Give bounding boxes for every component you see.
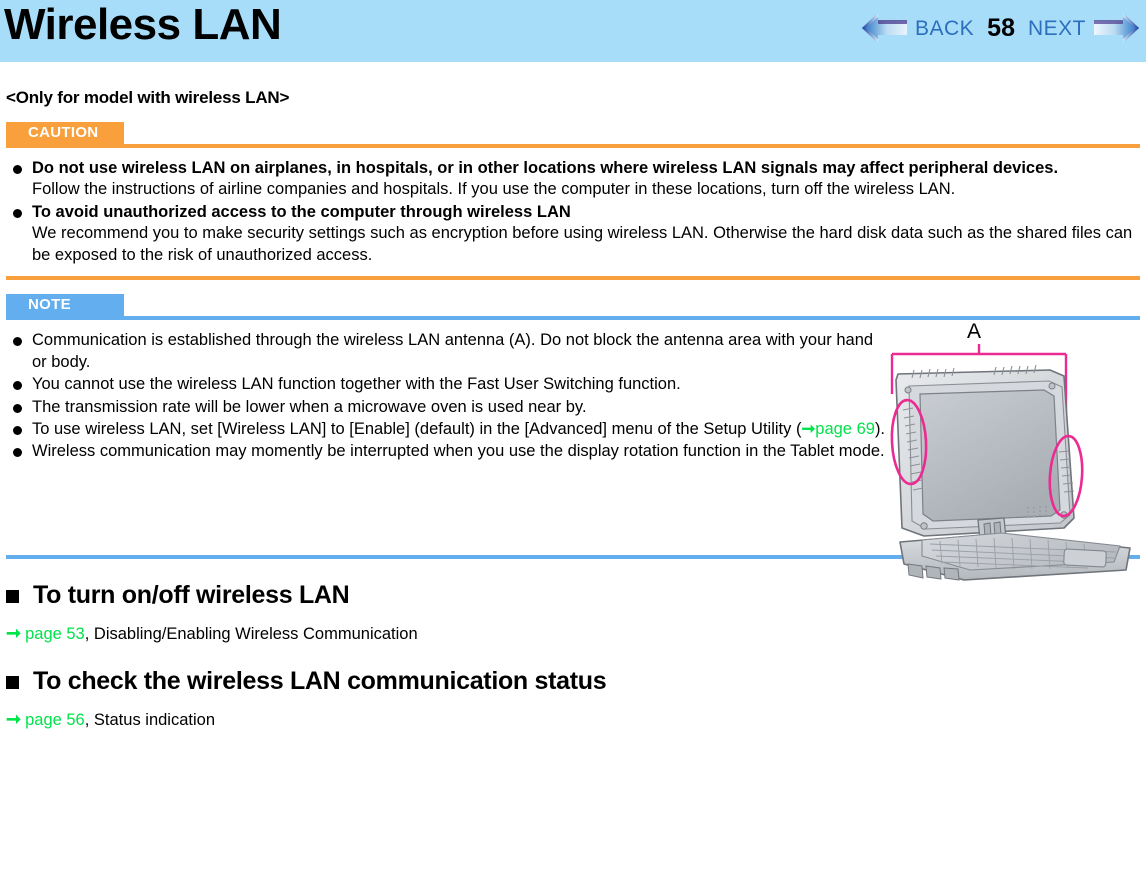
- caution-badge: CAUTION: [6, 122, 124, 144]
- caution-badge-row: CAUTION: [6, 122, 1140, 144]
- section-1-heading: To check the wireless LAN communication …: [33, 667, 607, 696]
- note-callout: NOTE Communication is established throug…: [6, 294, 1140, 581]
- caution-item-0-body: Follow the instructions of airline compa…: [32, 180, 956, 199]
- laptop-antenna-illustration: A: [878, 312, 1140, 584]
- next-arrow-icon[interactable]: [1092, 8, 1140, 48]
- caution-item-1-body: We recommend you to make security settin…: [32, 224, 1133, 264]
- caution-item-1-bold: To avoid unauthorized access to the comp…: [32, 202, 571, 221]
- note-item-2-text: The transmission rate will be lower when…: [32, 397, 587, 416]
- callout-label-a: A: [967, 320, 981, 343]
- page-navigation: BACK 58 NEXT: [861, 6, 1140, 50]
- note-item-3-text: To use wireless LAN, set [Wireless LAN] …: [32, 419, 802, 438]
- caution-rule-top: [6, 144, 1140, 148]
- list-item: Communication is established through the…: [6, 330, 886, 373]
- section-0-link-row: ➞ page 53, Disabling/Enabling Wireless Co…: [6, 622, 1140, 645]
- page-56-link[interactable]: page 56: [25, 711, 85, 729]
- page-header: Wireless LAN BACK 58 NEXT: [0, 0, 1146, 62]
- list-item: The transmission rate will be lower when…: [6, 397, 886, 418]
- square-bullet-icon: [6, 589, 19, 603]
- section-1-link-row: ➞ page 56, Status indication: [6, 708, 1140, 731]
- section-0-heading: To turn on/off wireless LAN: [33, 580, 350, 609]
- note-item-4-text: Wireless communication may momently be i…: [32, 442, 885, 461]
- list-item: To avoid unauthorized access to the comp…: [6, 202, 1140, 266]
- caution-item-0-bold: Do not use wireless LAN on airplanes, in…: [32, 159, 1059, 177]
- caution-list: Do not use wireless LAN on airplanes, in…: [6, 158, 1140, 266]
- back-arrow-icon[interactable]: [861, 8, 909, 48]
- section-heading: To turn on/off wireless LAN: [6, 581, 1140, 610]
- next-label[interactable]: NEXT: [1022, 18, 1092, 39]
- caution-callout: CAUTION Do not use wireless LAN on airpl…: [6, 122, 1140, 281]
- right-arrow-green-icon: ➞: [6, 709, 22, 730]
- page-53-link[interactable]: page 53: [25, 625, 85, 643]
- note-badge: NOTE: [6, 294, 124, 317]
- page-69-link[interactable]: page 69: [815, 420, 875, 438]
- section-0-link-suffix: , Disabling/Enabling Wireless Communicat…: [84, 624, 418, 643]
- square-bullet-icon: [6, 676, 19, 690]
- section-turn-on-off: To turn on/off wireless LAN ➞ page 53, Di…: [6, 581, 1140, 645]
- right-arrow-green-icon: ➞: [6, 622, 22, 643]
- right-arrow-green-icon: ➞: [801, 419, 816, 438]
- note-item-0-text: Communication is established through the…: [32, 331, 874, 371]
- caution-rule-bottom: [6, 276, 1140, 281]
- list-item: To use wireless LAN, set [Wireless LAN] …: [6, 419, 886, 440]
- note-list: Communication is established through the…: [6, 330, 886, 463]
- section-check-status: To check the wireless LAN communication …: [6, 667, 1140, 731]
- section-heading: To check the wireless LAN communication …: [6, 667, 1140, 696]
- list-item: Do not use wireless LAN on airplanes, in…: [6, 158, 1140, 201]
- note-body: Communication is established through the…: [6, 320, 1140, 581]
- section-1-link-suffix: , Status indication: [84, 711, 215, 730]
- list-item: You cannot use the wireless LAN function…: [6, 374, 886, 395]
- back-label[interactable]: BACK: [909, 18, 980, 39]
- page-title: Wireless LAN: [4, 0, 282, 49]
- model-applicability-note: <Only for model with wireless LAN>: [6, 88, 290, 107]
- note-item-1-text: You cannot use the wireless LAN function…: [32, 375, 681, 394]
- list-item: Wireless communication may momently be i…: [6, 441, 886, 462]
- page-number: 58: [987, 13, 1015, 42]
- page-body: <Only for model with wireless LAN> CAUTI…: [0, 88, 1146, 732]
